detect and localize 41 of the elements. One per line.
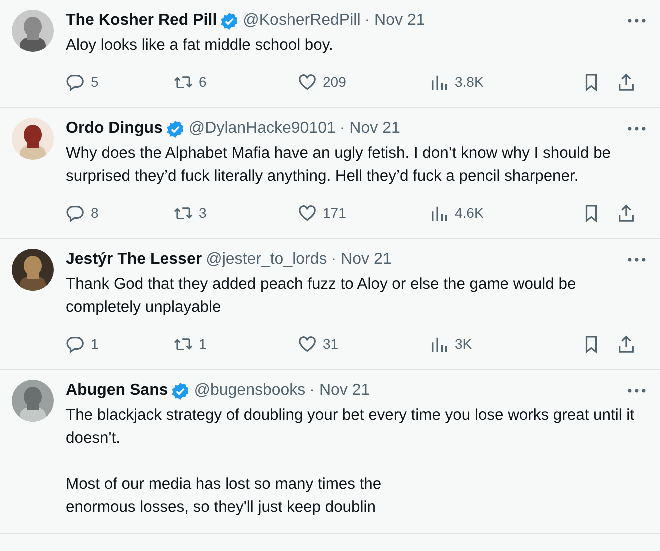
view-count: 3K (455, 336, 472, 352)
author-handle[interactable]: @jester_to_lords (206, 251, 328, 269)
reply-count: 8 (91, 205, 99, 221)
tweet-text: Thank God that they added peach fuzz to Aloy or else the game would be completely unplayable (66, 275, 578, 318)
share-icon[interactable] (617, 204, 636, 222)
author-name[interactable]: Abugen Sans (66, 382, 168, 400)
tweet-text: The blackjack strategy of doubling your bet every time you lose works great until it doesn't. Most of our media has lost so many times the enormous losses, so they'll just keep doublin (66, 406, 636, 518)
view-count: 3.8K (455, 74, 484, 90)
heart-icon[interactable] (298, 334, 317, 354)
heart-icon[interactable] (298, 204, 317, 222)
reply-count: 1 (91, 336, 99, 352)
view-count: 4.6K (455, 205, 484, 221)
repost-count: 6 (199, 74, 207, 90)
more-icon[interactable] (628, 389, 646, 393)
like-count: 31 (323, 336, 339, 352)
tweet-text: Aloy looks like a fat middle school boy. (66, 36, 334, 56)
post-time[interactable]: · Nov 21 (331, 251, 392, 269)
share-icon[interactable] (617, 334, 636, 354)
reply-icon[interactable] (66, 72, 85, 92)
more-icon[interactable] (628, 258, 646, 262)
heart-icon[interactable] (298, 72, 317, 92)
repost-count: 3 (199, 205, 207, 221)
more-icon[interactable] (628, 127, 646, 131)
author-handle[interactable]: @KosherRedPill (243, 12, 361, 30)
tweet-text: Why does the Alphabet Mafia have an ugly fetish. I don’t know why I should be surprised they’d fuck literally anything. Hell they’d fuck a pencil sharpener. (66, 144, 612, 187)
reply-icon[interactable] (66, 204, 85, 222)
post-time[interactable]: · Nov 21 (364, 12, 426, 30)
reply-count: 5 (91, 74, 99, 90)
share-icon[interactable] (617, 72, 636, 92)
post-time[interactable]: · Nov 21 (310, 382, 370, 400)
author-handle[interactable]: @bugensbooks (194, 382, 306, 400)
like-count: 171 (323, 205, 346, 221)
author-name[interactable]: The Kosher Red Pill (66, 12, 218, 30)
repost-count: 1 (199, 336, 207, 352)
reply-icon[interactable] (66, 334, 85, 354)
author-name[interactable]: Jestýr The Lesser (66, 251, 202, 269)
author-handle[interactable]: @DylanHacke90101 (188, 120, 336, 138)
more-icon[interactable] (628, 19, 646, 23)
author-name[interactable]: Ordo Dingus (66, 120, 163, 138)
post-time[interactable]: · Nov 21 (340, 120, 400, 138)
like-count: 209 (323, 74, 346, 90)
